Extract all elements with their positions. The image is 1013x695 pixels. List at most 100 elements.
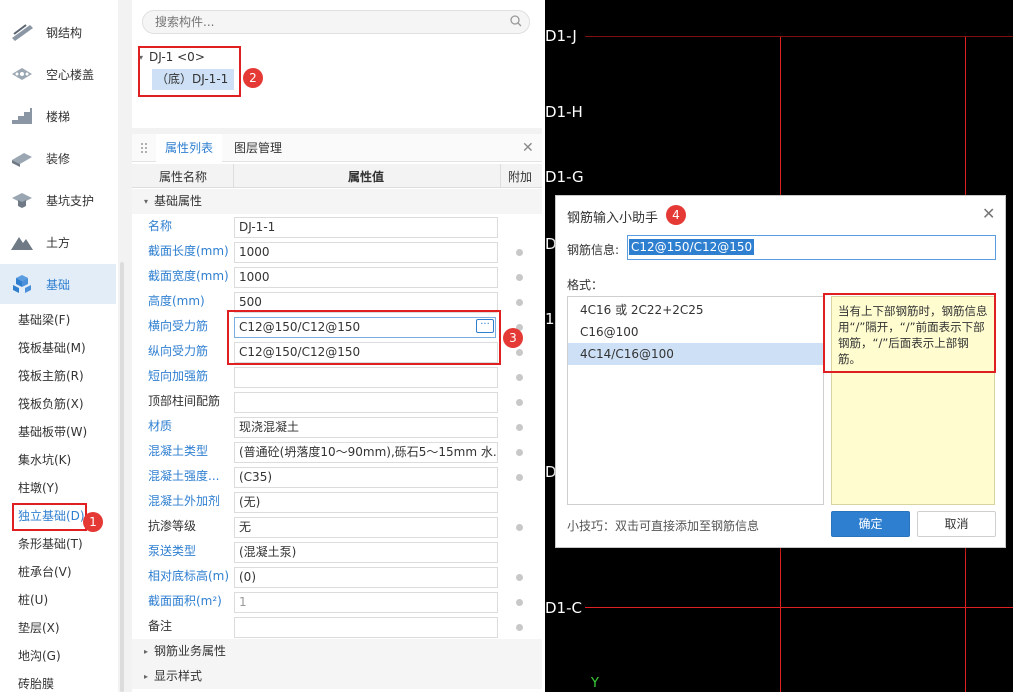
attach-checkbox[interactable] bbox=[516, 349, 523, 356]
tip-text: 小技巧：双击可直接添加至钢筋信息 bbox=[567, 519, 760, 533]
close-icon[interactable]: ✕ bbox=[982, 204, 995, 223]
drag-handle-icon[interactable] bbox=[140, 142, 148, 157]
category-steel-structure[interactable]: 钢结构 bbox=[0, 12, 116, 52]
tab-layer-management[interactable]: 图层管理 bbox=[234, 134, 282, 162]
property-value[interactable]: 无 bbox=[234, 517, 498, 538]
cancel-button[interactable]: 取消 bbox=[917, 511, 996, 537]
sub-item-raft-neg-rebar[interactable]: 筏板负筋(X) bbox=[18, 393, 84, 415]
pit-support-icon bbox=[8, 189, 36, 211]
attach-checkbox[interactable] bbox=[516, 449, 523, 456]
sub-item-pile[interactable]: 桩(U) bbox=[18, 589, 48, 611]
attach-checkbox[interactable] bbox=[516, 524, 523, 531]
attach-checkbox[interactable] bbox=[516, 599, 523, 606]
property-value[interactable]: (混凝土泵) bbox=[234, 542, 498, 563]
category-stairs[interactable]: 楼梯 bbox=[0, 96, 116, 136]
sidebar-scrollbar[interactable] bbox=[118, 0, 132, 692]
category-earthwork[interactable]: 土方 bbox=[0, 222, 116, 262]
property-row: 名称 DJ-1-1 bbox=[132, 214, 542, 239]
sub-item-pier[interactable]: 柱墩(Y) bbox=[18, 477, 59, 499]
earthwork-icon bbox=[8, 231, 36, 253]
sub-item-raft[interactable]: 筏板基础(M) bbox=[18, 337, 86, 359]
property-value[interactable]: DJ-1-1 bbox=[234, 217, 498, 238]
category-foundation[interactable]: 基础 bbox=[0, 264, 116, 304]
rebar-info-input[interactable]: C12@150/C12@150 bbox=[627, 235, 996, 260]
property-row: 顶部柱间配筋 bbox=[132, 389, 542, 414]
group-display-style[interactable]: ▸ 显示样式 bbox=[132, 664, 542, 689]
tab-property-list[interactable]: 属性列表 bbox=[156, 134, 222, 162]
search-icon[interactable] bbox=[510, 15, 522, 30]
sub-item-trench[interactable]: 地沟(G) bbox=[18, 645, 61, 667]
property-row: 相对底标高(m) (0) bbox=[132, 564, 542, 589]
format-list[interactable]: 4C16 或 2C22+2C25 C16@100 4C14/C16@100 bbox=[567, 296, 824, 505]
property-value[interactable]: (C35) bbox=[234, 467, 498, 488]
hollow-slab-icon bbox=[8, 63, 36, 85]
list-item[interactable]: 4C16 或 2C22+2C25 bbox=[568, 299, 823, 321]
property-row: 混凝土类型 (普通砼(坍落度10～90mm),砾石5～15mm 水... bbox=[132, 439, 542, 464]
attach-checkbox[interactable] bbox=[516, 249, 523, 256]
attach-checkbox[interactable] bbox=[516, 274, 523, 281]
group-rebar-business[interactable]: ▸ 钢筋业务属性 bbox=[132, 639, 542, 664]
grid-line bbox=[780, 548, 781, 692]
scroll-thumb[interactable] bbox=[120, 262, 124, 692]
list-item-selected[interactable]: 4C14/C16@100 bbox=[568, 343, 823, 365]
sub-item-foundation-beam[interactable]: 基础梁(F) bbox=[18, 309, 70, 331]
property-value[interactable] bbox=[234, 617, 498, 638]
step-badge-2: 2 bbox=[243, 68, 263, 88]
axis-label: D1-J bbox=[545, 27, 577, 45]
category-pit-support[interactable]: 基坑支护 bbox=[0, 180, 116, 220]
category-label: 楼梯 bbox=[46, 109, 71, 124]
attach-checkbox[interactable] bbox=[516, 424, 523, 431]
grid-line bbox=[585, 607, 1013, 608]
sub-item-pile-cap[interactable]: 桩承台(V) bbox=[18, 561, 72, 583]
property-value[interactable]: (无) bbox=[234, 492, 498, 513]
grid-line bbox=[965, 548, 966, 692]
property-row: 备注 bbox=[132, 614, 542, 639]
attach-checkbox[interactable] bbox=[516, 299, 523, 306]
group-label: 基础属性 bbox=[154, 194, 203, 208]
axis-label: D1-C bbox=[545, 599, 582, 617]
category-label: 基坑支护 bbox=[46, 193, 95, 208]
attach-checkbox[interactable] bbox=[516, 399, 523, 406]
property-value[interactable]: (0) bbox=[234, 567, 498, 588]
property-value[interactable] bbox=[234, 392, 498, 413]
property-value[interactable]: 1000 bbox=[234, 267, 498, 288]
property-value[interactable] bbox=[234, 367, 498, 388]
property-name: 纵向受力筋 bbox=[148, 344, 209, 358]
search-input[interactable] bbox=[142, 10, 530, 34]
grid-line bbox=[965, 36, 966, 196]
property-name: 备注 bbox=[148, 619, 173, 633]
rebar-info-value: C12@150/C12@150 bbox=[629, 239, 755, 255]
property-name: 混凝土强度... bbox=[148, 469, 220, 483]
property-value[interactable]: 现浇混凝土 bbox=[234, 417, 498, 438]
step-badge-3: 3 bbox=[503, 328, 523, 348]
list-item[interactable]: C16@100 bbox=[568, 321, 823, 343]
category-decoration[interactable]: 装修 bbox=[0, 138, 116, 178]
category-hollow-slab[interactable]: 空心楼盖 bbox=[0, 54, 116, 94]
close-icon[interactable]: ✕ bbox=[522, 140, 534, 156]
sub-item-slab-strip[interactable]: 基础板带(W) bbox=[18, 421, 87, 443]
property-value[interactable]: (普通砼(坍落度10～90mm),砾石5～15mm 水... bbox=[234, 442, 498, 463]
property-value[interactable]: 1000 bbox=[234, 242, 498, 263]
sub-item-strip-footing[interactable]: 条形基础(T) bbox=[18, 533, 83, 555]
group-basic-properties[interactable]: ▾ 基础属性 bbox=[132, 189, 542, 214]
attach-checkbox[interactable] bbox=[516, 624, 523, 631]
sub-item-cushion[interactable]: 垫层(X) bbox=[18, 617, 60, 639]
category-label: 装修 bbox=[46, 151, 71, 166]
format-label: 格式： bbox=[567, 278, 604, 292]
attach-checkbox[interactable] bbox=[516, 474, 523, 481]
ok-button[interactable]: 确定 bbox=[831, 511, 910, 537]
property-name: 泵送类型 bbox=[148, 544, 197, 558]
attach-checkbox[interactable] bbox=[516, 574, 523, 581]
property-name: 混凝土类型 bbox=[148, 444, 209, 458]
sub-item-raft-main-rebar[interactable]: 筏板主筋(R) bbox=[18, 365, 84, 387]
property-panel: 属性列表 图层管理 ✕ 属性名称 属性值 附加 ▾ 基础属性 名称 DJ-1-1… bbox=[132, 134, 542, 692]
property-value[interactable]: 1 bbox=[234, 592, 498, 613]
sub-item-sump[interactable]: 集水坑(K) bbox=[18, 449, 71, 471]
property-row: 截面宽度(mm) 1000 bbox=[132, 264, 542, 289]
highlight-box bbox=[823, 293, 996, 373]
attach-checkbox[interactable] bbox=[516, 374, 523, 381]
grid-line bbox=[780, 36, 781, 196]
category-label: 土方 bbox=[46, 235, 71, 250]
group-label: 钢筋业务属性 bbox=[154, 644, 227, 658]
property-table-header: 属性名称 属性值 附加 bbox=[132, 164, 542, 188]
